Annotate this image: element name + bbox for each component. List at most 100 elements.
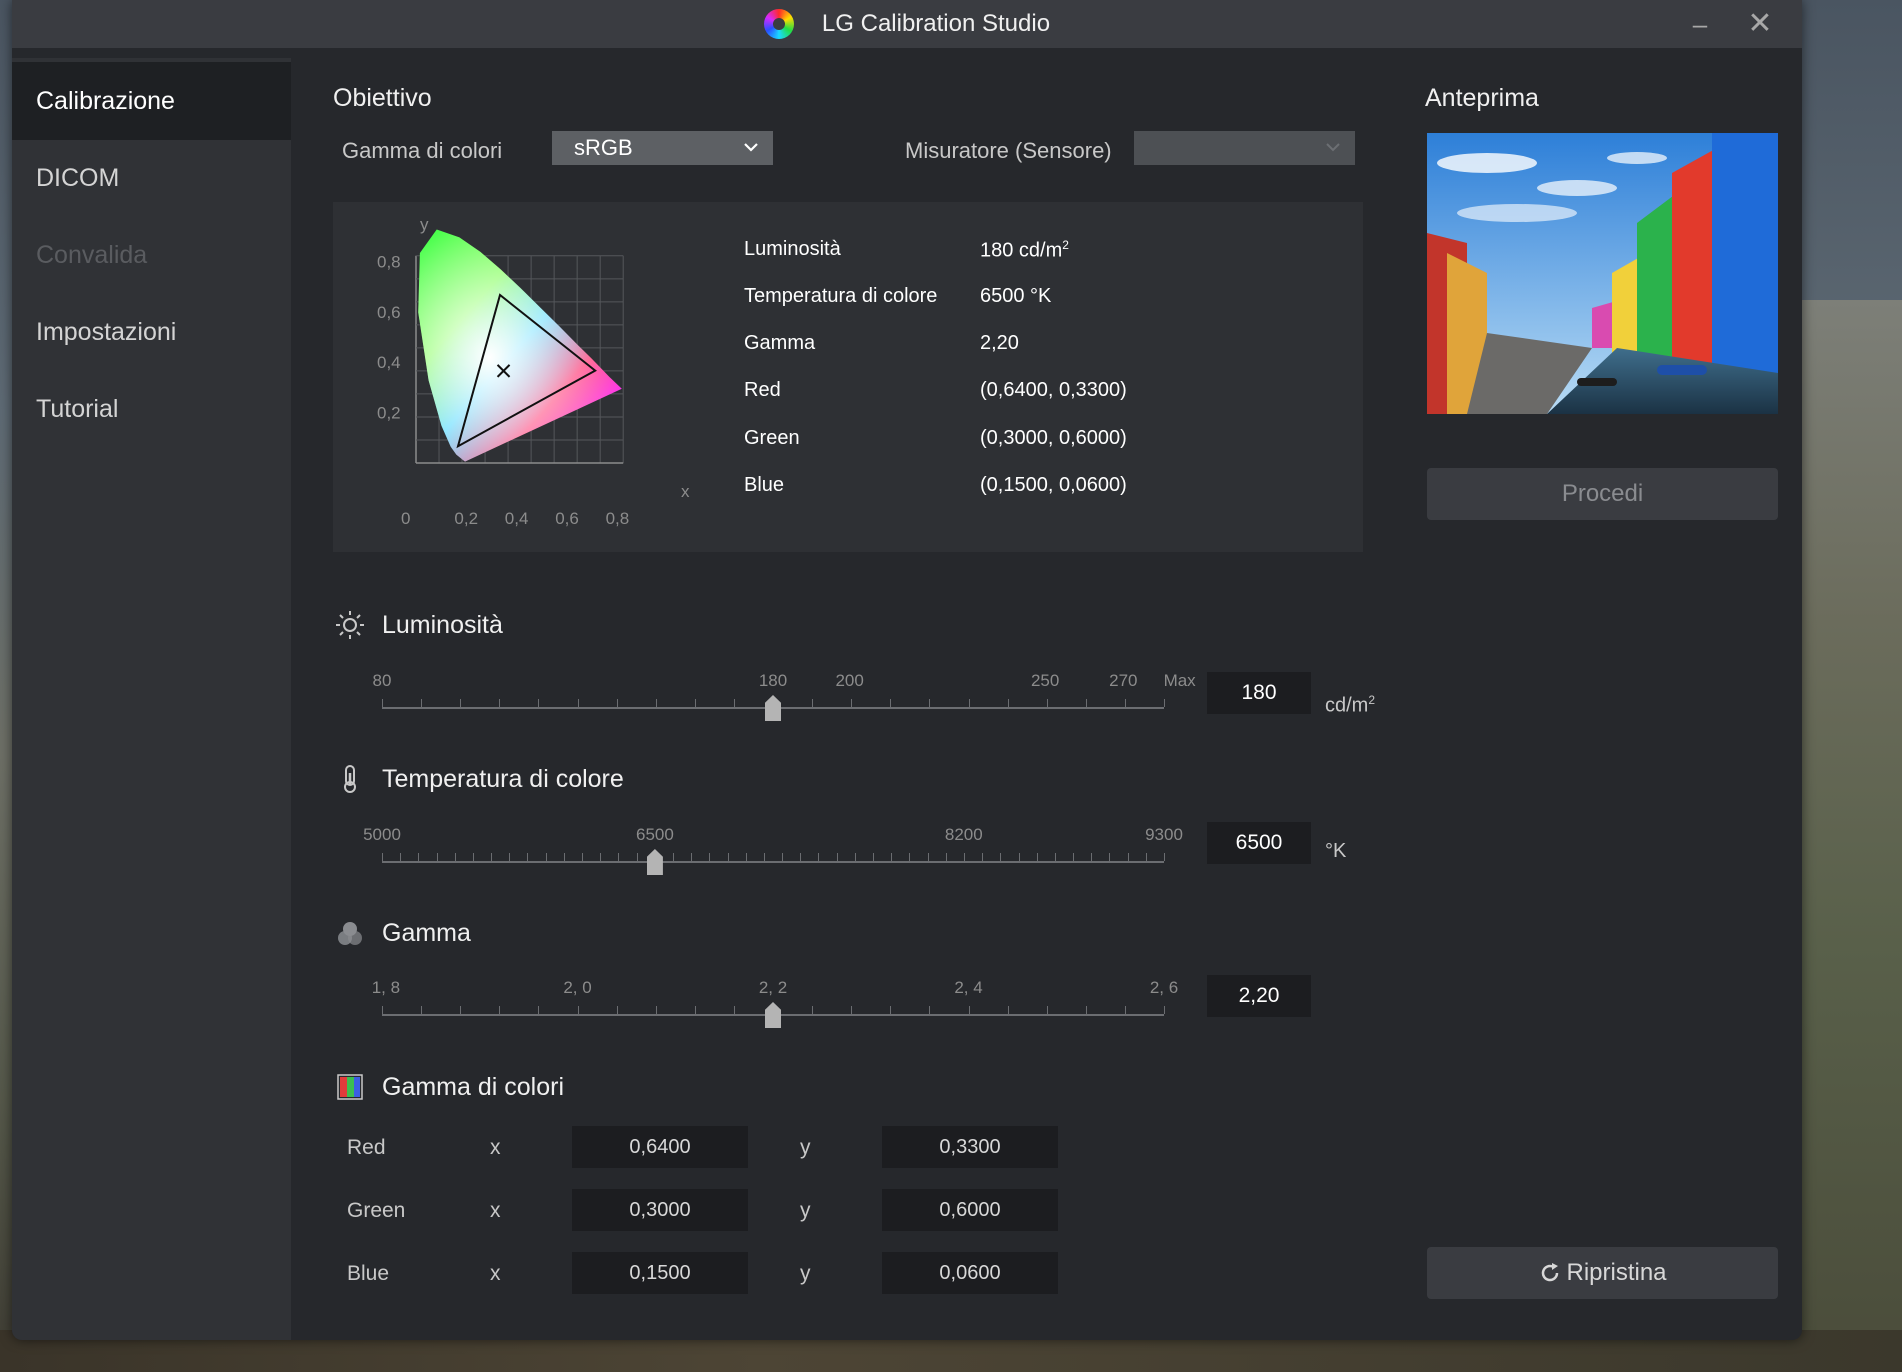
slider-tick: [1054, 853, 1056, 861]
minimize-button[interactable]: –: [1684, 8, 1716, 40]
reset-button[interactable]: Ripristina: [1427, 1247, 1778, 1299]
slider-tick-label: 2, 0: [563, 978, 592, 997]
slider-tick: [890, 699, 892, 707]
slider-tick: [733, 699, 735, 707]
sidebar-item-calibrazione[interactable]: Calibrazione: [12, 62, 291, 140]
slider-tick: [1145, 853, 1147, 861]
sidebar-item-label: Tutorial: [36, 394, 119, 423]
sidebar-item-label: Calibrazione: [36, 86, 175, 115]
color-gamut-icon: [337, 1074, 363, 1100]
slider-tick: [1046, 1006, 1048, 1014]
slider-tick: [672, 853, 674, 861]
green-y-input[interactable]: 0,6000: [882, 1189, 1058, 1231]
slider-thumb[interactable]: [765, 695, 781, 721]
slider-tick: [563, 853, 565, 861]
slider-tick: [472, 853, 474, 861]
reset-button-label: Ripristina: [1566, 1259, 1667, 1286]
slider-tick-label: 5000: [363, 825, 401, 844]
slider-tick: [1036, 853, 1038, 861]
chevron-down-icon: [744, 143, 758, 152]
slider-tick: [963, 853, 965, 861]
spectral-locus-white: [418, 229, 622, 462]
refresh-icon: [1542, 1263, 1559, 1282]
slider-tick-label: 250: [1030, 671, 1060, 690]
y-tick-label: 0,8: [377, 252, 401, 271]
slider-tick-label: 80: [372, 671, 392, 690]
summary-value: 180 cd/m2: [980, 238, 1069, 262]
slider-tick: [745, 853, 747, 861]
red-x-input[interactable]: 0,6400: [572, 1126, 748, 1168]
sidebar-item-tutorial[interactable]: Tutorial: [12, 370, 291, 448]
slider-tick: [851, 1006, 853, 1014]
sidebar-item-impostazioni[interactable]: Impostazioni: [12, 293, 291, 371]
desktop-background: [1790, 300, 1902, 1372]
slider-tick: [1073, 853, 1075, 861]
title-bar: LG Calibration Studio – ✕: [12, 0, 1802, 48]
slider-tick-label: 6500: [635, 825, 674, 844]
color-temp-input[interactable]: 6500: [1207, 822, 1311, 864]
proceed-button[interactable]: Procedi: [1427, 468, 1778, 520]
slider-tick: [421, 1006, 423, 1014]
slider-tick: [616, 699, 618, 707]
gamut-dropdown[interactable]: sRGB: [552, 131, 773, 165]
slider-tick: [694, 699, 696, 707]
slider-tick: [538, 699, 540, 707]
slider-tick: [618, 853, 620, 861]
sidebar-item-dicom[interactable]: DICOM: [12, 139, 291, 217]
slider-tick: [577, 1006, 579, 1014]
slider-tick: [454, 853, 456, 861]
blue-x-input[interactable]: 0,1500: [572, 1252, 748, 1294]
sidebar-item-label: Impostazioni: [36, 317, 177, 346]
gamut-row-name: Red: [347, 1136, 386, 1159]
red-y-input[interactable]: 0,3300: [882, 1126, 1058, 1168]
slider-tick: [982, 853, 984, 861]
slider-tick: [812, 1006, 814, 1014]
sidebar-nav: Calibrazione DICOM Convalida Impostazion…: [12, 58, 291, 1340]
slider-tick: [460, 699, 462, 707]
gamma-input[interactable]: 2,20: [1207, 975, 1311, 1017]
gamut-y-label: y: [800, 1136, 811, 1159]
slider-tick: [400, 853, 402, 861]
x-tick-label: 0,4: [505, 509, 529, 528]
slider-thumb[interactable]: [765, 1002, 781, 1028]
x-tick-label: 0,2: [454, 509, 478, 528]
slider-tick-label: 2, 4: [954, 978, 983, 997]
sensor-dropdown[interactable]: [1134, 131, 1355, 165]
slider-tick: [929, 1006, 931, 1014]
slider-tick: [818, 853, 820, 861]
green-x-input[interactable]: 0,3000: [572, 1189, 748, 1231]
slider-tick: [968, 699, 970, 707]
target-summary-panel: y x 0,8 0,6 0,4 0,2 0 0,2 0,4 0,6 0,8 Luminosit…: [333, 202, 1363, 552]
slider-thumb[interactable]: [646, 849, 663, 875]
slider-tick-label: 1, 8: [371, 978, 401, 997]
luminance-input[interactable]: 180: [1207, 672, 1311, 714]
slider-tick: [890, 1006, 892, 1014]
slider-tick: [800, 853, 802, 861]
y-axis-label: y: [420, 215, 429, 234]
slider-tick: [854, 853, 856, 861]
slider-tick: [1127, 853, 1129, 861]
slider-tick: [491, 853, 493, 861]
slider-track[interactable]: [382, 861, 1164, 863]
slider-tick: [1000, 853, 1002, 861]
summary-key: Temperatura di colore: [744, 285, 938, 307]
slider-tick: [909, 853, 911, 861]
y-tick-label: 0,4: [377, 353, 401, 372]
slider-tick: [382, 699, 383, 707]
slider-tick: [709, 853, 711, 861]
slider-tick-label: 200: [835, 671, 864, 690]
close-button[interactable]: ✕: [1744, 8, 1776, 40]
blue-y-input[interactable]: 0,0600: [882, 1252, 1058, 1294]
slider-tick: [1124, 1006, 1126, 1014]
slider-tick: [1091, 853, 1093, 861]
gamut-row-name: Blue: [347, 1262, 390, 1285]
slider-tick: [929, 699, 931, 707]
preview-image: [1427, 133, 1778, 414]
gamut-row-name: Green: [347, 1199, 406, 1222]
slider-tick: [1046, 699, 1048, 707]
slider-tick: [691, 853, 693, 861]
slider-tick-label: 8200: [944, 825, 983, 844]
app-logo-icon: [763, 9, 794, 39]
slider-tick-label: 2, 6: [1149, 978, 1179, 997]
x-tick-label: 0,6: [555, 509, 579, 528]
